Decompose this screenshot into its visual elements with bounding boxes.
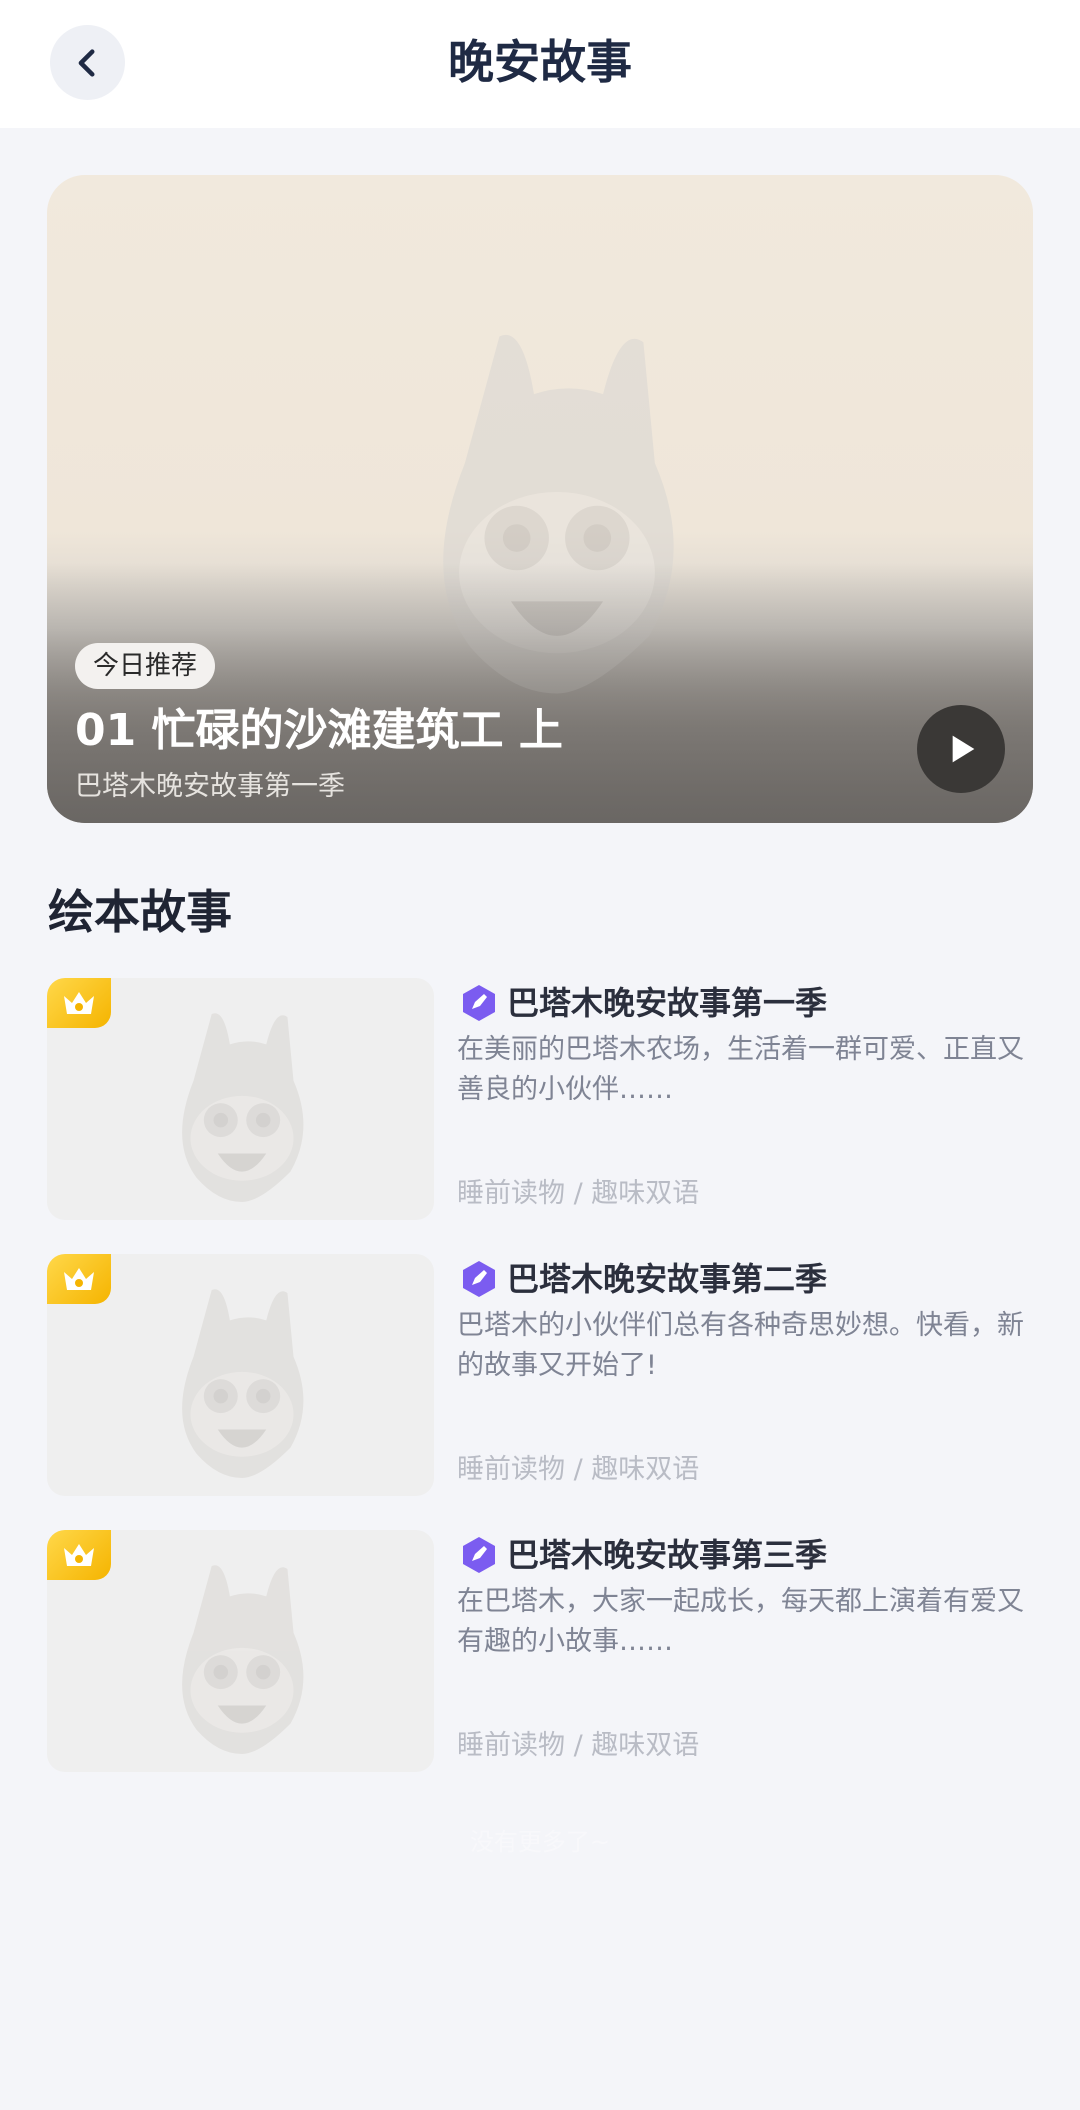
book-list-item[interactable]: 巴塔木晚安故事第一季 在美丽的巴塔木农场，生活着一群可爱、正直又善良的小伙伴……… [47, 978, 1033, 1223]
mascot-illustration [182, 1013, 304, 1202]
mascot-illustration [182, 1289, 304, 1478]
book-list-item[interactable]: 巴塔木晚安故事第二季 巴塔木的小伙伴们总有各种奇思妙想。快看，新的故事又开始了!… [47, 1254, 1033, 1499]
book-tags: 睡前读物 / 趣味双语 [457, 1454, 700, 1485]
crown-icon [64, 992, 94, 1014]
today-recommend-badge: 今日推荐 [75, 643, 216, 689]
book-cover [47, 1254, 434, 1496]
book-cover [47, 1530, 434, 1772]
section-title: 绘本故事 [48, 885, 232, 939]
book-title: 巴塔木晚安故事第二季 [507, 1260, 828, 1298]
book-tags: 睡前读物 / 趣味双语 [457, 1178, 700, 1209]
series-rocket-icon [463, 1537, 495, 1573]
book-title: 巴塔木晚安故事第一季 [507, 984, 828, 1022]
crown-icon [64, 1544, 94, 1566]
book-list-item[interactable]: 巴塔木晚安故事第三季 在巴塔木，大家一起成长，每天都上演着有爱又有趣的小故事……… [47, 1530, 1033, 1775]
series-rocket-icon [463, 1261, 495, 1297]
book-cover [47, 978, 434, 1220]
featured-story-card[interactable]: 今日推荐 01 忙碌的沙滩建筑工 上 巴塔木晚安故事第一季 [47, 175, 1033, 823]
page-title: 晚安故事 [448, 35, 632, 89]
crown-badge [47, 1254, 111, 1304]
play-icon [952, 735, 975, 763]
featured-episode-title: 01 忙碌的沙滩建筑工 上 [75, 705, 563, 756]
list-end-note: 没有更多了~ [469, 1828, 611, 1856]
mascot-illustration [182, 1565, 304, 1754]
book-tags: 睡前读物 / 趣味双语 [457, 1730, 700, 1761]
book-description: 巴塔木的小伙伴们总有各种奇思妙想。快看，新的故事又开始了! [457, 1310, 1024, 1381]
top-bar: 晚安故事 [0, 0, 1080, 128]
book-title: 巴塔木晚安故事第三季 [507, 1536, 828, 1574]
play-button[interactable] [917, 705, 1005, 793]
book-description: 在巴塔木，大家一起成长，每天都上演着有爱又有趣的小故事…… [457, 1586, 1024, 1657]
featured-series-name: 巴塔木晚安故事第一季 [75, 771, 345, 802]
book-description: 在美丽的巴塔木农场，生活着一群可爱、正直又善良的小伙伴…… [457, 1034, 1024, 1105]
series-rocket-icon [463, 985, 495, 1021]
crown-badge [47, 978, 111, 1028]
crown-badge [47, 1530, 111, 1580]
crown-icon [64, 1268, 94, 1290]
